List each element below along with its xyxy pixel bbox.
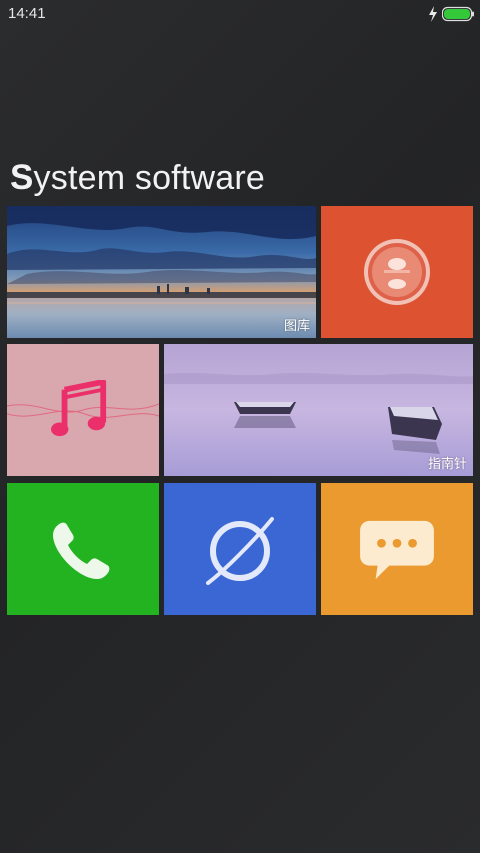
music-note-icon xyxy=(51,380,107,437)
landscape-photo xyxy=(7,206,316,338)
status-time: 14:41 xyxy=(8,5,46,22)
compass-label: 指南针 xyxy=(427,457,467,472)
gallery-label: 图库 xyxy=(283,319,310,334)
section-title-initial: S xyxy=(10,158,34,197)
charging-icon xyxy=(429,6,437,22)
music-tile[interactable] xyxy=(7,344,159,476)
planet-browser-icon xyxy=(206,517,274,585)
camera-tile[interactable] xyxy=(321,206,473,338)
boats-photo xyxy=(164,344,473,476)
browser-tile[interactable] xyxy=(164,483,316,615)
camera-lens-icon xyxy=(364,239,430,305)
section-title-rest: ystem software xyxy=(33,159,265,197)
phone-icon xyxy=(53,522,110,579)
chat-bubble-icon xyxy=(360,520,434,580)
messages-tile[interactable] xyxy=(321,483,473,615)
phone-tile[interactable] xyxy=(7,483,159,615)
gallery-tile[interactable]: 图库 xyxy=(7,206,316,338)
compass-tile[interactable]: 指南针 xyxy=(164,344,473,476)
battery-icon xyxy=(442,6,474,22)
section-title: System software xyxy=(10,158,265,198)
status-bar: 14:41 xyxy=(0,0,480,28)
